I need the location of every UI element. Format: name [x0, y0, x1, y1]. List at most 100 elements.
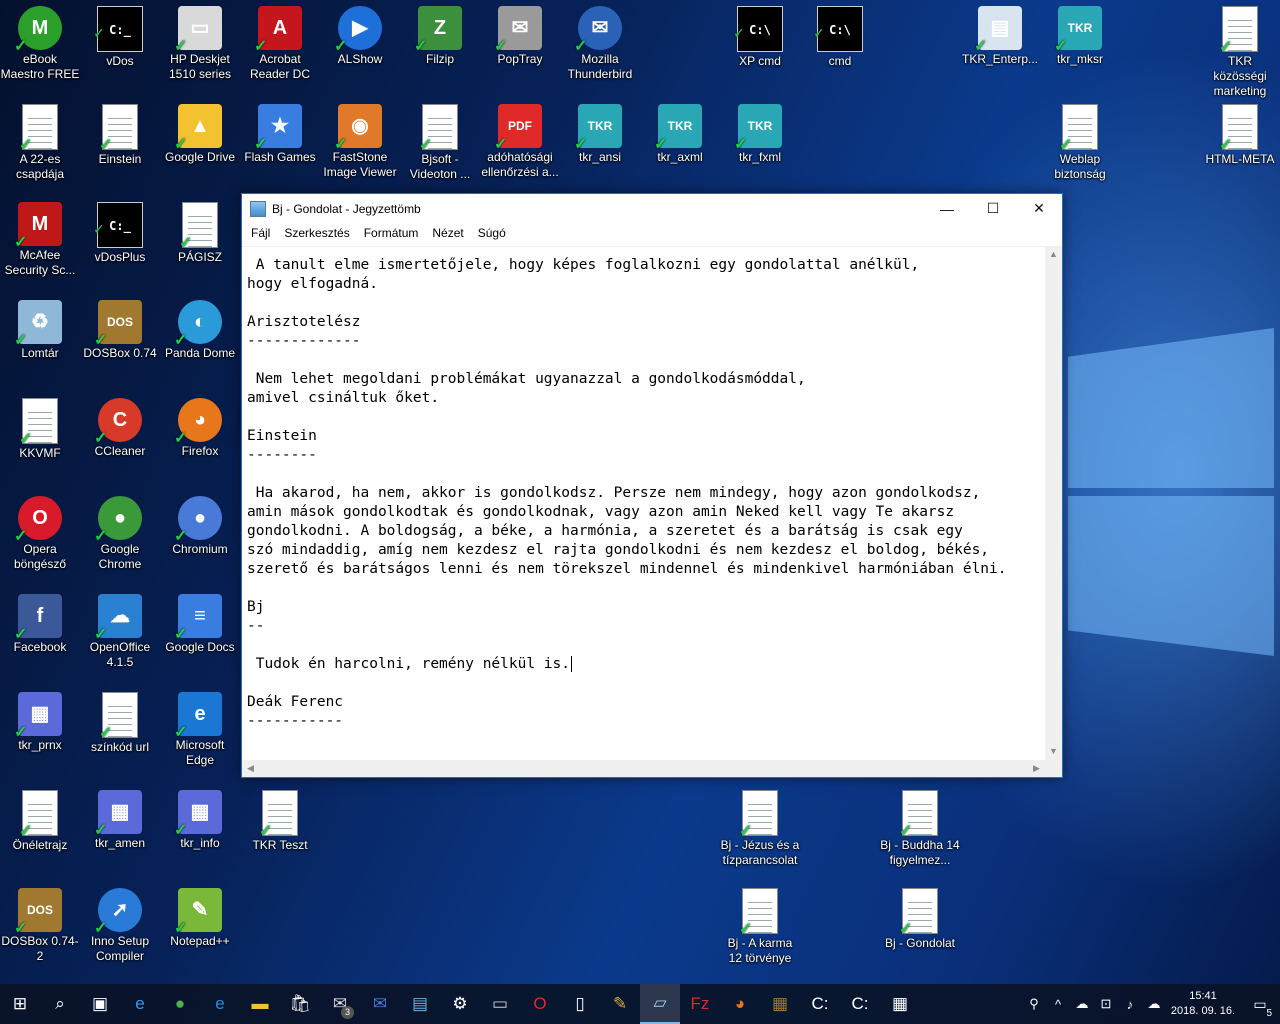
file-explorer-icon[interactable]: ▬	[240, 984, 280, 1024]
desktop-icon[interactable]: A ✓ Acrobat Reader DC	[240, 0, 320, 92]
desktop-icon[interactable]: ● ✓ Google Chrome	[80, 490, 160, 582]
cmd-taskbar-icon[interactable]: ▭	[480, 984, 520, 1024]
document-taskbar-icon[interactable]: ▯	[560, 984, 600, 1024]
notepad-window[interactable]: Bj - Gondolat - Jegyzettömb — ☐ ✕ Fájl S…	[241, 193, 1063, 778]
desktop-icon[interactable]: ▤ ✓ TKR_Enterp...	[960, 0, 1040, 92]
network-icon[interactable]: ⊡	[1094, 996, 1118, 1012]
desktop-icon[interactable]: ✓ A 22-es csapdája	[0, 98, 80, 190]
desktop-icon[interactable]: ✓ Bjsoft - Videoton ...	[400, 98, 480, 190]
onedrive-icon[interactable]: ☁	[1070, 996, 1094, 1012]
people-icon[interactable]: ⚲	[1022, 996, 1046, 1012]
desktop-icon[interactable]: C:\ ✓ cmd	[800, 0, 880, 92]
control-panel-icon[interactable]: ▤	[400, 984, 440, 1024]
thunderbird-taskbar-icon[interactable]: ✉	[360, 984, 400, 1024]
calculator-icon[interactable]: ▦	[880, 984, 920, 1024]
desktop-icon[interactable]: f ✓ Facebook	[0, 588, 80, 680]
desktop-icon[interactable]: ≡ ✓ Google Docs	[160, 588, 240, 680]
desktop-icon[interactable]: TKR ✓ tkr_mksr	[1040, 0, 1120, 92]
desktop-icon[interactable]: ✎ ✓ Notepad++	[160, 882, 240, 974]
show-hidden-icons-icon[interactable]: ^	[1046, 997, 1070, 1012]
desktop-icon[interactable]: C ✓ CCleaner	[80, 392, 160, 484]
desktop-icon[interactable]: ✓ Weblap biztonság	[1040, 98, 1120, 190]
desktop-icon[interactable]: e ✓ Microsoft Edge	[160, 686, 240, 778]
menu-help[interactable]: Súgó	[471, 226, 513, 240]
desktop-icon[interactable]: ◕ ✓ Firefox	[160, 392, 240, 484]
cloud-sync-icon[interactable]: ☁	[1142, 996, 1166, 1012]
desktop-icon[interactable]: ▲ ✓ Google Drive	[160, 98, 240, 190]
desktop-icon[interactable]: ✉ ✓ PopTray	[480, 0, 560, 92]
vdos-taskbar-icon[interactable]: C:	[800, 984, 840, 1024]
desktop-icon[interactable]: M ✓ McAfee Security Sc...	[0, 196, 80, 288]
desktop-icon[interactable]: TKR ✓ tkr_axml	[640, 98, 720, 190]
desktop-icon[interactable]: ✉ ✓ Mozilla Thunderbird	[560, 0, 640, 92]
desktop-icon[interactable]: ▶ ✓ ALShow	[320, 0, 400, 92]
desktop-icon[interactable]: ◐ ✓ Panda Dome	[160, 294, 240, 386]
close-button[interactable]: ✕	[1016, 194, 1062, 223]
menu-view[interactable]: Nézet	[425, 226, 470, 240]
settings-icon[interactable]: ⚙	[440, 984, 480, 1024]
desktop-icon[interactable]: C:_ ✓ vDos	[80, 0, 160, 92]
desktop-icon[interactable]: ✓ Bj - Buddha 14 figyelmez...	[880, 784, 960, 876]
task-view-button[interactable]: ▣	[80, 984, 120, 1024]
title-bar[interactable]: Bj - Gondolat - Jegyzettömb — ☐ ✕	[242, 194, 1062, 223]
desktop-icon[interactable]: C:_ ✓ vDosPlus	[80, 196, 160, 288]
desktop-icon[interactable]: ▭ ✓ HP Deskjet 1510 series	[160, 0, 240, 92]
volume-icon[interactable]: ♪	[1118, 997, 1142, 1012]
desktop-icon[interactable]: ● ✓ Chromium	[160, 490, 240, 582]
notepad-taskbar-icon[interactable]: ▱	[640, 984, 680, 1024]
clock[interactable]: 15:41 2018. 09. 16.	[1166, 989, 1240, 1019]
search-button[interactable]: ⌕	[40, 984, 80, 1024]
desktop-icon[interactable]: Z ✓ Filzip	[400, 0, 480, 92]
vertical-scrollbar[interactable]: ▲ ▼	[1045, 246, 1062, 760]
menu-format[interactable]: Formátum	[357, 226, 426, 240]
desktop-icon[interactable]: ✓ Einstein	[80, 98, 160, 190]
firefox-taskbar-icon[interactable]: ◕	[720, 984, 760, 1024]
mail-icon[interactable]: ✉ 3	[320, 984, 360, 1024]
desktop-icon[interactable]: O ✓ Opera böngésző	[0, 490, 80, 582]
opera-taskbar-icon[interactable]: O	[520, 984, 560, 1024]
scroll-right-arrow-icon[interactable]: ▶	[1028, 760, 1045, 777]
action-center-button[interactable]: ▭ 5	[1240, 996, 1280, 1019]
desktop-icon[interactable]: ✓ PÁGISZ	[160, 196, 240, 288]
edge-taskbar-icon[interactable]: e	[120, 984, 160, 1024]
desktop-icon[interactable]: TKR ✓ tkr_ansi	[560, 98, 640, 190]
desktop-icon[interactable]: ✓ KKVMF	[0, 392, 80, 484]
desktop-icon[interactable]: ◉ ✓ FastStone Image Viewer	[320, 98, 400, 190]
desktop-icon[interactable]: ➚ ✓ Inno Setup Compiler	[80, 882, 160, 974]
desktop-icon[interactable]: ▦ ✓ tkr_amen	[80, 784, 160, 876]
desktop-icon[interactable]: ✓ TKR közösségi marketing	[1200, 0, 1280, 98]
menu-edit[interactable]: Szerkesztés	[277, 226, 356, 240]
desktop-icon[interactable]: PDF ✓ adóhatósági ellenőrzési a...	[480, 98, 560, 190]
scroll-down-arrow-icon[interactable]: ▼	[1045, 743, 1062, 760]
resize-grip[interactable]	[1045, 760, 1062, 777]
horizontal-scrollbar[interactable]: ◀ ▶	[242, 760, 1045, 777]
desktop-icon[interactable]: ★ ✓ Flash Games	[240, 98, 320, 190]
text-editor[interactable]: A tanult elme ismertetőjele, hogy képes …	[242, 246, 1045, 760]
minimize-button[interactable]: —	[924, 194, 970, 223]
menu-file[interactable]: Fájl	[244, 226, 277, 240]
desktop-icon[interactable]: DOS ✓ DOSBox 0.74-2	[0, 882, 80, 974]
ie-taskbar-icon[interactable]: e	[200, 984, 240, 1024]
desktop-icon[interactable]: ✓ színkód url	[80, 686, 160, 778]
scroll-left-arrow-icon[interactable]: ◀	[242, 760, 259, 777]
desktop-icon[interactable]: TKR ✓ tkr_fxml	[720, 98, 800, 190]
desktop-icon[interactable]: ✓ Bj - Gondolat	[880, 882, 960, 974]
desktop-icon[interactable]: DOS ✓ DOSBox 0.74	[80, 294, 160, 386]
paint-icon[interactable]: ✎	[600, 984, 640, 1024]
start-button[interactable]: ⊞	[0, 984, 40, 1024]
desktop-icon[interactable]: ☁ ✓ OpenOffice 4.1.5	[80, 588, 160, 680]
desktop-icon[interactable]: ▦ ✓ tkr_prnx	[0, 686, 80, 778]
vdosplus-taskbar-icon[interactable]: C:	[840, 984, 880, 1024]
desktop-icon[interactable]: ✓ Önéletrajz	[0, 784, 80, 876]
scroll-up-arrow-icon[interactable]: ▲	[1045, 246, 1062, 263]
desktop-icon[interactable]: C:\ ✓ XP cmd	[720, 0, 800, 92]
desktop-icon[interactable]: ✓ Bj - A karma 12 törvénye	[720, 882, 800, 974]
desktop-icon[interactable]: ✓ Bj - Jézus és a tízparancsolat	[720, 784, 800, 876]
chrome-taskbar-icon[interactable]: ●	[160, 984, 200, 1024]
desktop-icon[interactable]: ✓ HTML-META	[1200, 98, 1280, 190]
desktop-icon[interactable]: ▦ ✓ tkr_info	[160, 784, 240, 876]
desktop-icon[interactable]: ✓ TKR Teszt	[240, 784, 320, 876]
maximize-button[interactable]: ☐	[970, 194, 1016, 223]
store-icon[interactable]: 🛍	[280, 984, 320, 1024]
desktop-icon[interactable]: M ✓ eBook Maestro FREE	[0, 0, 80, 92]
